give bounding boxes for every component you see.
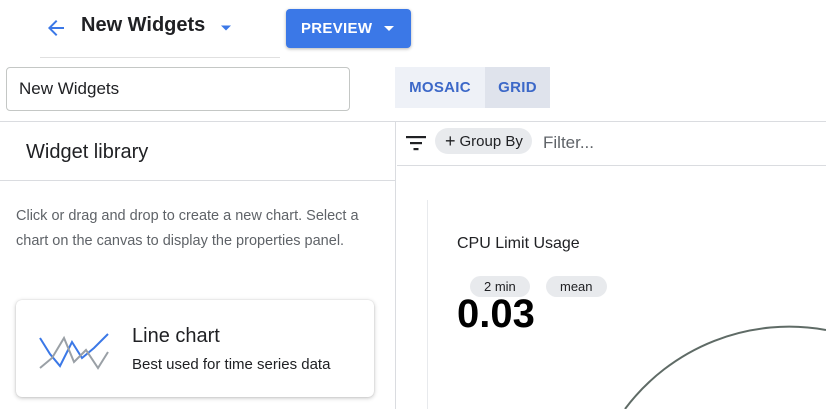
mosaic-layout-button[interactable]: MOSAIC <box>395 67 485 108</box>
line-chart-card-title: Line chart <box>132 325 220 347</box>
title-underline <box>40 57 280 58</box>
preview-button-label: PREVIEW <box>301 20 373 37</box>
layout-toggle: MOSAIC GRID <box>395 67 550 108</box>
widget-library-panel: Widget library Click or drag and drop to… <box>0 122 396 409</box>
library-divider <box>0 180 395 181</box>
library-help-text: Click or drag and drop to create a new c… <box>16 208 359 249</box>
line-chart-card[interactable]: Line chart Best used for time series dat… <box>16 300 374 397</box>
widget-library-title: Widget library <box>26 141 149 163</box>
line-chart-card-description: Best used for time series data <box>132 356 331 373</box>
dashboard-name-input[interactable] <box>6 67 350 111</box>
back-arrow-icon[interactable] <box>40 12 72 44</box>
page-title: New Widgets <box>81 14 206 36</box>
dashboard-canvas: + Group By CPU Limit Usage 2 min mean 0.… <box>397 122 826 409</box>
line-chart-icon <box>39 333 109 370</box>
preview-button[interactable]: PREVIEW <box>286 9 411 48</box>
grid-layout-button[interactable]: GRID <box>485 67 550 108</box>
chevron-down-icon <box>384 25 395 32</box>
top-bar: New Widgets PREVIEW <box>0 0 826 58</box>
title-dropdown-icon[interactable] <box>216 18 236 38</box>
gauge-arc <box>624 325 826 409</box>
